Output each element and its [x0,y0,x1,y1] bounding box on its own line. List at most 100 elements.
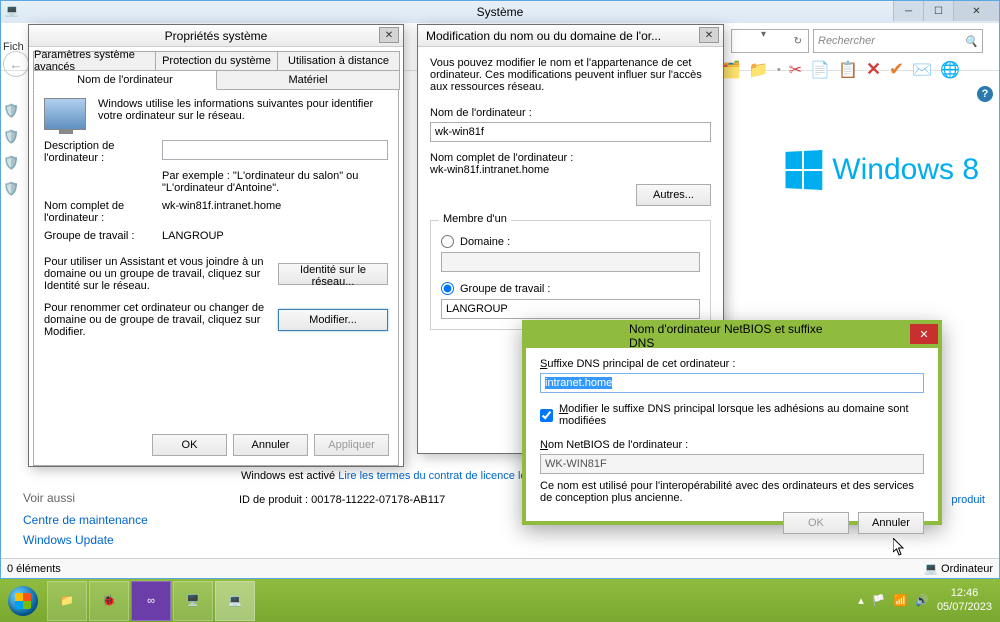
dialog-title: Nom d'ordinateur NetBIOS et suffixe DNS [629,322,835,350]
system-tray[interactable]: ▴ 🏳️ 📶 🔊 12:46 05/07/2023 [858,587,1000,613]
tab-panel: Windows utilise les informations suivant… [33,90,399,466]
description-label: Description de l'ordinateur : [44,140,154,164]
delete-icon[interactable]: ✕ [866,59,881,80]
tray-flag-icon[interactable]: 🏳️ [872,594,886,607]
workgroup-radio[interactable] [441,282,454,295]
window-icon: 💻 [5,4,21,20]
taskbar[interactable]: 📁 🐞 ∞ 🖥️ 💻 ▴ 🏳️ 📶 🔊 12:46 05/07/2023 [0,579,1000,622]
description-input[interactable] [162,140,388,160]
netbios-name-input [540,454,924,474]
member-of-legend: Membre d'un [439,213,511,225]
shield-icon-3[interactable]: 🛡️ [3,155,21,171]
refresh-icon[interactable]: ↻ [794,36,802,47]
workgroup-input[interactable] [441,299,700,319]
status-bar: 0 éléments 💻 Ordinateur [1,558,999,578]
close-button[interactable]: ✕ [953,1,999,21]
product-id-row: ID de produit : 00178-11222-07178-AB117 [239,494,445,506]
status-view: 💻 Ordinateur [924,562,993,575]
dialog-close-button[interactable]: ✕ [910,324,938,344]
cancel-button[interactable]: Annuler [233,434,308,456]
activation-status: Windows est activé [241,470,338,482]
tray-up-icon[interactable]: ▴ [858,594,864,607]
copy-icon[interactable]: 📄 [810,60,830,80]
windows8-logo: Windows 8 [784,151,979,189]
see-also-header: Voir aussi [23,491,148,505]
domain-input [441,252,700,272]
system-properties-dialog: Propriétés système ✕ Paramètres système … [28,24,404,467]
dialog-title-bar[interactable]: Propriétés système ✕ [29,25,403,47]
shield-icon[interactable]: 🛡️ [3,103,21,119]
network-id-button[interactable]: Identité sur le réseau... [278,263,388,285]
full-name-label: Nom complet de l'ordinateur : [430,152,711,164]
search-icon: 🔍 [964,35,978,48]
tab-protection[interactable]: Protection du système [155,51,278,71]
start-orb-icon [8,586,38,616]
product-key-link[interactable]: produit [951,494,985,506]
taskbar-item-app3[interactable]: 🖥️ [173,581,213,621]
domain-radio[interactable] [441,235,454,248]
tab-advanced[interactable]: Paramètres système avancés [33,51,156,71]
globe-icon[interactable]: 🌐 [940,60,960,80]
computer-name-input[interactable] [430,122,711,142]
dialog-close-button[interactable]: ✕ [699,27,719,43]
minimize-button[interactable]: ─ [893,1,923,21]
shield-icon-4[interactable]: 🛡️ [3,181,21,197]
taskbar-item-system[interactable]: 💻 [215,581,255,621]
maximize-button[interactable]: ☐ [923,1,953,21]
address-bar[interactable]: ↻ [731,29,809,53]
intro-text: Windows utilise les informations suivant… [98,98,388,122]
ok-button[interactable]: OK [152,434,227,456]
ok-button[interactable]: OK [783,512,849,534]
wizard-text: Pour utiliser un Assistant et vous joind… [44,256,270,292]
windows-flag-icon [786,150,823,190]
tab-remote[interactable]: Utilisation à distance [277,51,400,71]
check-icon[interactable]: ✔ [889,59,904,80]
cut-icon[interactable]: ✂ [789,60,802,80]
window-title: Système [477,5,524,19]
tab-computer-name[interactable]: Nom de l'ordinateur [33,70,217,90]
cancel-button[interactable]: Annuler [858,512,924,534]
dialog-title-bar[interactable]: Nom d'ordinateur NetBIOS et suffixe DNS … [526,324,938,348]
taskbar-item-explorer[interactable]: 📁 [47,581,87,621]
dns-suffix-input[interactable]: intranet.home [540,373,924,393]
workgroup-value: LANGROUP [162,230,224,242]
dialog-title: Propriétés système [165,29,268,43]
tab-hardware[interactable]: Matériel [216,70,400,90]
see-also: Voir aussi Centre de maintenance Windows… [23,491,148,553]
workgroup-radio-label: Groupe de travail : [460,283,551,295]
more-button[interactable]: Autres... [636,184,711,206]
tray-network-icon[interactable]: 📶 [894,594,908,607]
domain-radio-label: Domaine : [460,236,510,248]
taskbar-item-app2[interactable]: ∞ [131,581,171,621]
dialog-title: Modification du nom ou du domaine de l'o… [426,29,661,43]
computer-icon [44,98,86,130]
taskbar-item-app1[interactable]: 🐞 [89,581,129,621]
search-input[interactable]: Rechercher 🔍 [813,29,983,53]
netbios-name-label: Nom NetBIOS de l'ordinateur : [540,439,924,451]
modify-suffix-checkbox[interactable] [540,409,553,422]
breadcrumb-chevron-icon[interactable]: ▾ [761,29,766,40]
paste-icon[interactable]: 📋 [838,60,858,80]
tray-volume-icon[interactable]: 🔊 [915,594,929,607]
description-example: Par exemple : "L'ordinateur du salon" ou… [162,170,388,194]
title-bar[interactable]: 💻 Système ─ ☐ ✕ [1,1,999,23]
windows-update-link[interactable]: Windows Update [23,533,148,547]
rename-text: Pour renommer cet ordinateur ou changer … [44,302,270,338]
netbios-dns-dialog: Nom d'ordinateur NetBIOS et suffixe DNS … [522,320,942,525]
dns-suffix-label: Suffixe DNS principal de cet ordinateur … [540,358,924,370]
shield-icon-2[interactable]: 🛡️ [3,129,21,145]
maintenance-link[interactable]: Centre de maintenance [23,513,148,527]
name-label: Nom de l'ordinateur : [430,107,711,119]
mail-icon[interactable]: ✉️ [912,60,932,80]
dialog-close-button[interactable]: ✕ [379,27,399,43]
change-button[interactable]: Modifier... [278,309,388,331]
full-name-value: wk-win81f.intranet.home [430,164,711,176]
folder-icon[interactable]: 📁 [749,60,769,80]
separator: • [777,64,781,76]
intro-text: Vous pouvez modifier le nom et l'apparte… [430,57,711,93]
start-button[interactable] [3,581,43,621]
dialog-title-bar[interactable]: Modification du nom ou du domaine de l'o… [418,25,723,47]
help-icon[interactable]: ? [977,86,993,102]
taskbar-clock[interactable]: 12:46 05/07/2023 [937,587,992,613]
apply-button[interactable]: Appliquer [314,434,389,456]
